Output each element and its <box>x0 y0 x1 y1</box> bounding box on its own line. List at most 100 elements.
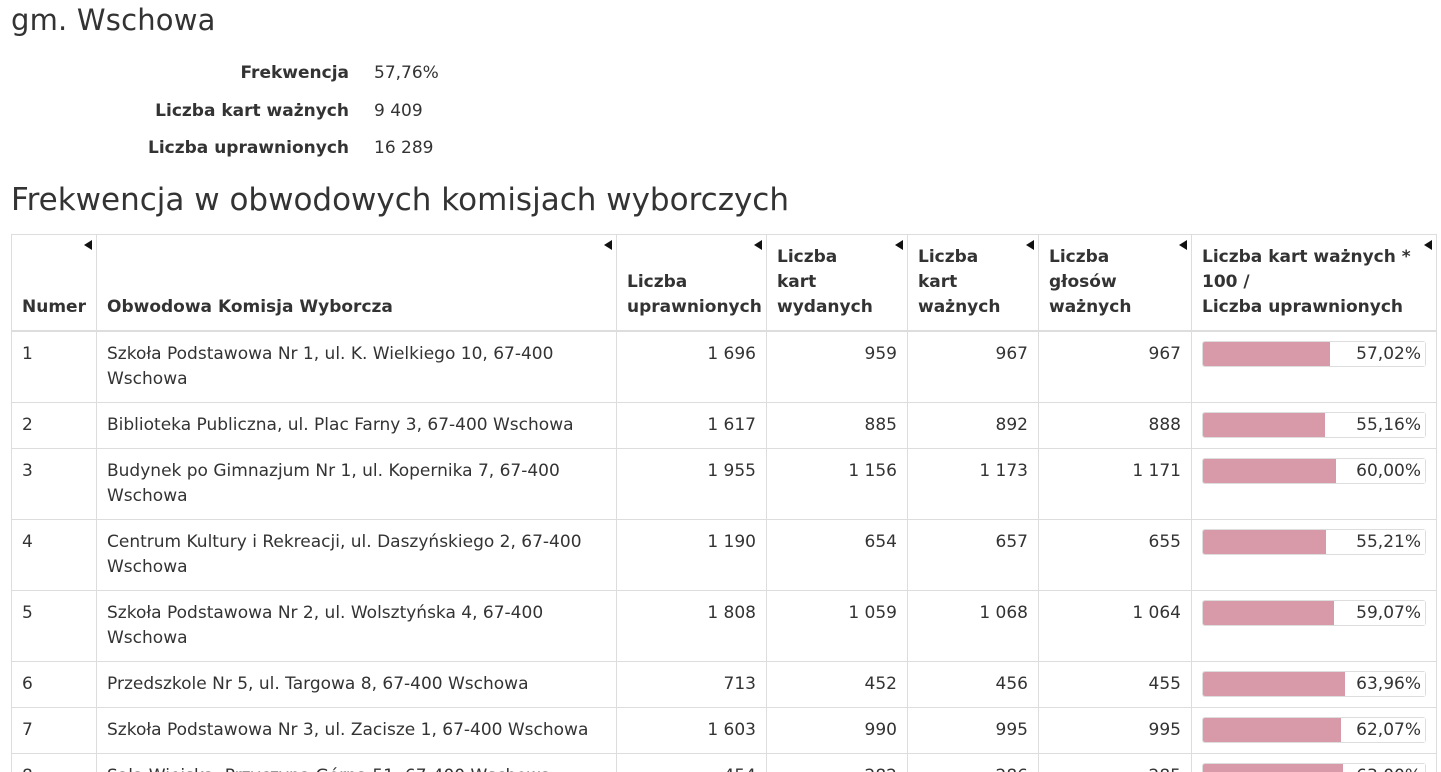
cell-frekwencja: 62,07% <box>1191 707 1437 754</box>
header-label-line: Liczba kart ważnych * <box>1202 247 1411 267</box>
header-label-line: Obwodowa Komisja Wyborcza <box>107 297 393 317</box>
cell-frekwencja: 60,00% <box>1191 448 1437 520</box>
commune-title: gm. Wschowa <box>11 3 216 37</box>
cell-glosow-waznych: 655 <box>1038 519 1192 591</box>
table-row: 7 Szkoła Podstawowa Nr 3, ul. Zacisze 1, … <box>11 707 1437 754</box>
sort-triangle-icon[interactable] <box>1179 240 1187 250</box>
cell-glosow-waznych: 285 <box>1038 753 1192 772</box>
cell-frekwencja: 55,21% <box>1191 519 1437 591</box>
sort-triangle-icon[interactable] <box>1424 240 1432 250</box>
cell-kart-wydanych: 1 156 <box>766 448 908 520</box>
cell-numer: 3 <box>11 448 97 520</box>
cell-uprawnionych: 1 603 <box>616 707 767 754</box>
turnout-bar: 60,00% <box>1202 458 1426 484</box>
turnout-bar: 57,02% <box>1202 341 1426 367</box>
cell-kart-wydanych: 654 <box>766 519 908 591</box>
turnout-bar-label: 55,16% <box>1352 413 1425 437</box>
header-label-line: Liczba <box>1049 247 1110 267</box>
header-label-line: uprawnionych <box>627 297 762 317</box>
summary-label: Frekwencja <box>240 63 349 83</box>
header-label-line: Liczba uprawnionych <box>1202 297 1403 317</box>
turnout-bar: 63,00% <box>1202 763 1426 772</box>
cell-frekwencja: 63,96% <box>1191 661 1437 708</box>
cell-glosow-waznych: 967 <box>1038 330 1192 403</box>
table-row: 5 Szkoła Podstawowa Nr 2, ul. Wolsztyńska… <box>11 590 1437 662</box>
cell-kart-waznych: 892 <box>907 402 1039 449</box>
turnout-bar: 55,16% <box>1202 412 1426 438</box>
cell-komisja: Przedszkole Nr 5, ul. Targowa 8, 67-400 … <box>96 661 617 708</box>
cell-komisja: Centrum Kultury i Rekreacji, ul. Daszyńs… <box>96 519 617 591</box>
col-header-kart-wydanych[interactable]: Liczba kart wydanych <box>766 234 908 332</box>
cell-komisja: Sala Wiejska, Przyczyna Górna 51, 67-400… <box>96 753 617 772</box>
turnout-bar-label: 55,21% <box>1352 530 1425 554</box>
cell-numer: 2 <box>11 402 97 449</box>
turnout-bar: 59,07% <box>1202 600 1426 626</box>
table-row: 8Sala Wiejska, Przyczyna Górna 51, 67-40… <box>11 753 1437 772</box>
table-row: 6 Przedszkole Nr 5, ul. Targowa 8, 67-400… <box>11 661 1437 708</box>
cell-kart-waznych: 1 068 <box>907 590 1039 662</box>
cell-numer: 5 <box>11 590 97 662</box>
cell-numer: 6 <box>11 661 97 708</box>
turnout-bar: 55,21% <box>1202 529 1426 555</box>
cell-kart-wydanych: 452 <box>766 661 908 708</box>
sort-triangle-icon[interactable] <box>604 240 612 250</box>
summary-value: 16 289 <box>374 138 434 158</box>
sort-triangle-icon[interactable] <box>84 240 92 250</box>
header-label-line: ważnych <box>918 297 1001 317</box>
col-header-glosow-waznych[interactable]: Liczba głosów ważnych <box>1038 234 1192 332</box>
cell-komisja: Szkoła Podstawowa Nr 1, ul. K. Wielkiego… <box>96 330 617 403</box>
turnout-bar-fill <box>1203 459 1337 483</box>
cell-frekwencja: 63,00% <box>1191 753 1437 772</box>
sort-triangle-icon[interactable] <box>895 240 903 250</box>
cell-glosow-waznych: 888 <box>1038 402 1192 449</box>
cell-kart-waznych: 995 <box>907 707 1039 754</box>
cell-kart-wydanych: 1 059 <box>766 590 908 662</box>
header-label-line: Liczba <box>777 247 838 267</box>
cell-glosow-waznych: 1 064 <box>1038 590 1192 662</box>
cell-kart-waznych: 657 <box>907 519 1039 591</box>
header-label-line: Liczba <box>627 272 688 292</box>
sort-triangle-icon[interactable] <box>1026 240 1034 250</box>
sort-triangle-icon[interactable] <box>754 240 762 250</box>
cell-uprawnionych: 1 696 <box>616 330 767 403</box>
turnout-bar-fill <box>1203 601 1335 625</box>
cell-numer: 1 <box>11 330 97 403</box>
header-label-line: kart <box>918 272 958 292</box>
col-header-numer[interactable]: Numer <box>11 234 97 332</box>
turnout-bar-label: 63,00% <box>1352 764 1425 772</box>
summary-value: 57,76% <box>374 63 439 83</box>
cell-glosow-waznych: 1 171 <box>1038 448 1192 520</box>
summary-label: Liczba kart ważnych <box>155 100 349 121</box>
table-row: 4 Centrum Kultury i Rekreacji, ul. Daszyń… <box>11 519 1437 591</box>
turnout-bar-fill <box>1203 764 1343 772</box>
cell-uprawnionych: 1 808 <box>616 590 767 662</box>
cell-kart-wydanych: 282 <box>766 753 908 772</box>
header-label-line: Numer <box>22 297 86 317</box>
summary-value: 9 409 <box>374 100 423 121</box>
col-header-uprawnionych[interactable]: Liczba uprawnionych <box>616 234 767 332</box>
turnout-bar-fill <box>1203 530 1326 554</box>
col-header-frekwencja[interactable]: Liczba kart ważnych * 100 / Liczba uprawni… <box>1191 234 1437 332</box>
col-header-kart-waznych[interactable]: Liczba kart ważnych <box>907 234 1039 332</box>
cell-uprawnionych: 713 <box>616 661 767 708</box>
turnout-bar-fill <box>1203 718 1341 742</box>
cell-frekwencja: 55,16% <box>1191 402 1437 449</box>
cell-numer: 8 <box>11 753 97 772</box>
cell-komisja: Szkoła Podstawowa Nr 2, ul. Wolsztyńska … <box>96 590 617 662</box>
turnout-bar-fill <box>1203 672 1345 696</box>
cell-kart-waznych: 456 <box>907 661 1039 708</box>
cell-kart-wydanych: 990 <box>766 707 908 754</box>
cell-komisja: Biblioteka Publiczna, ul. Plac Farny 3, … <box>96 402 617 449</box>
table-row: 1 Szkoła Podstawowa Nr 1, ul. K. Wielkieg… <box>11 330 1437 403</box>
cell-kart-wydanych: 959 <box>766 330 908 403</box>
cell-kart-waznych: 1 173 <box>907 448 1039 520</box>
turnout-bar-label: 57,02% <box>1352 342 1425 366</box>
table-row: 2 Biblioteka Publiczna, ul. Plac Farny 3,… <box>11 402 1437 449</box>
cell-glosow-waznych: 455 <box>1038 661 1192 708</box>
table-row: 3 Budynek po Gimnazjum Nr 1, ul. Kopernik… <box>11 448 1437 520</box>
summary-label: Liczba uprawnionych <box>148 138 349 158</box>
cell-frekwencja: 59,07% <box>1191 590 1437 662</box>
col-header-komisja[interactable]: Obwodowa Komisja Wyborcza <box>96 234 617 332</box>
cell-uprawnionych: 454 <box>616 753 767 772</box>
turnout-bar-label: 62,07% <box>1352 718 1425 742</box>
